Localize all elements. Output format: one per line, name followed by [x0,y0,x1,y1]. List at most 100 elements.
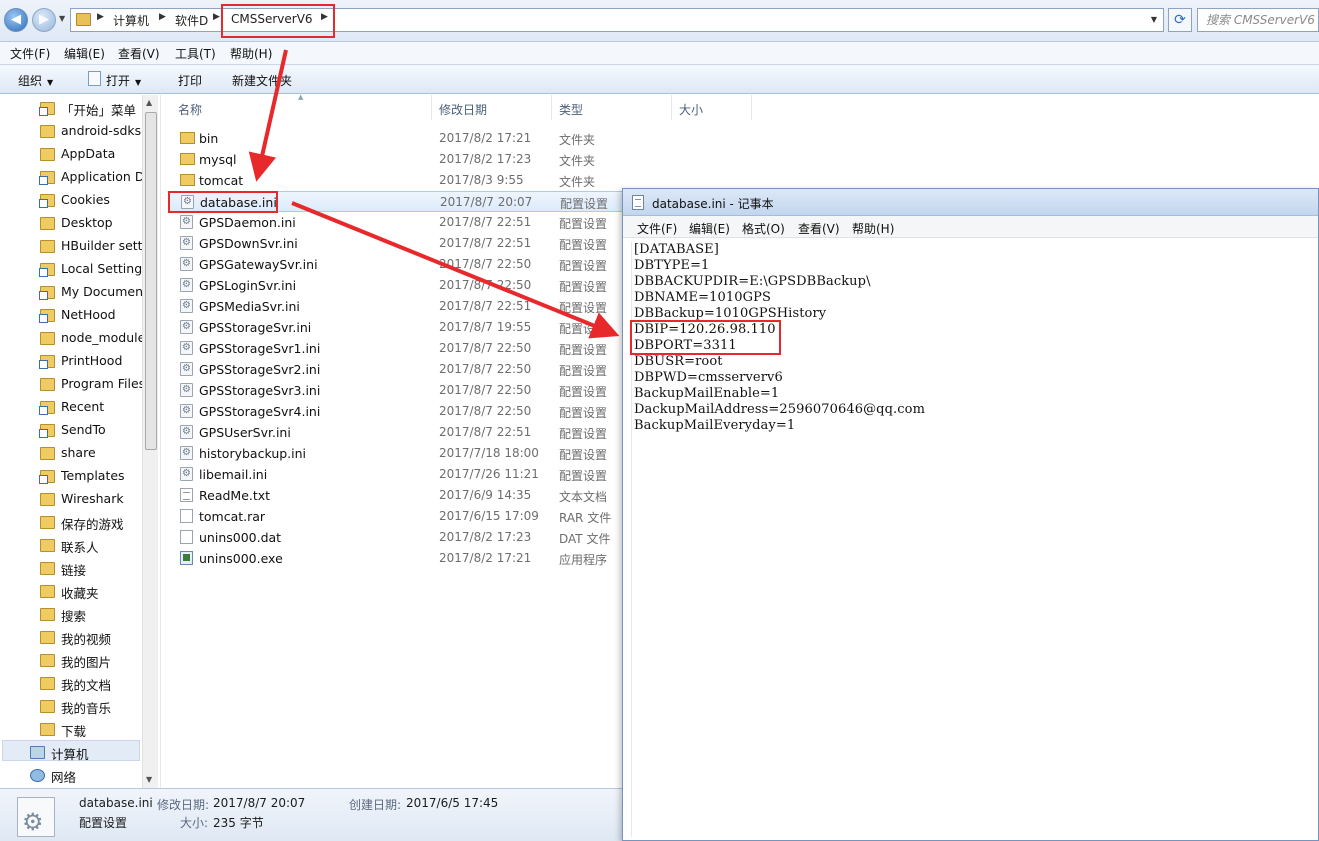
column-name[interactable]: 名称 [178,101,202,118]
nav-item[interactable]: SendTo [0,419,142,442]
nav-item[interactable]: 链接 [0,557,142,580]
menu-view[interactable]: 查看(V) [118,45,160,62]
np-menu-edit[interactable]: 编辑(E) [689,220,730,237]
open-button[interactable]: 打开 ▼ [106,72,141,89]
file-row[interactable]: GPSLoginSvr.ini 2017/8/7 22:50 配置设置 [169,275,631,296]
txt-file-icon [180,488,193,502]
ini-file-icon [180,320,193,334]
nav-item[interactable]: Wireshark [0,488,142,511]
file-row[interactable]: libemail.ini 2017/7/26 11:21 配置设置 [169,464,631,485]
file-row[interactable]: GPSStorageSvr2.ini 2017/8/7 22:50 配置设置 [169,359,631,380]
breadcrumb-item[interactable]: 计算机 [113,12,149,29]
chevron-right-icon[interactable]: ▶ [159,12,166,22]
file-row[interactable]: GPSStorageSvr4.ini 2017/8/7 22:50 配置设置 [169,401,631,422]
exe-file-icon [180,551,193,565]
file-row[interactable]: GPSDownSvr.ini 2017/8/7 22:51 配置设置 [169,233,631,254]
history-dropdown-icon[interactable]: ▼ [59,14,65,23]
column-type[interactable]: 类型 [559,101,583,118]
nav-item[interactable]: 我的视频 [0,626,142,649]
nav-item[interactable]: Program Files [0,373,142,396]
text-line: DBUSR=root [634,354,723,369]
np-menu-view[interactable]: 查看(V) [798,220,840,237]
nav-item[interactable]: Local Settings [0,258,142,281]
folder-icon [40,493,55,506]
address-field[interactable]: ▶ 计算机 ▶ 软件D ▶ CMSServerV6 ▶ ▼ [70,4,1164,38]
column-size[interactable]: 大小 [679,101,703,118]
file-row[interactable]: GPSUserSvr.ini 2017/8/7 22:51 配置设置 [169,422,631,443]
nav-item[interactable]: android-sdks [0,120,142,143]
nav-item[interactable]: 「开始」菜单 [0,97,142,120]
nav-item[interactable]: 搜索 [0,603,142,626]
nav-item[interactable]: My Document [0,281,142,304]
np-menu-file[interactable]: 文件(F) [637,220,677,237]
file-row[interactable]: GPSMediaSvr.ini 2017/8/7 22:51 配置设置 [169,296,631,317]
nav-item[interactable]: AppData [0,143,142,166]
chevron-down-icon[interactable]: ▼ [1151,15,1157,24]
file-date: 2017/7/26 11:21 [439,467,539,481]
search-input[interactable]: 搜索 CMSServerV6 [1197,8,1319,32]
file-type: 文件夹 [559,175,596,189]
menu-help[interactable]: 帮助(H) [230,45,272,62]
file-row[interactable]: ReadMe.txt 2017/6/9 14:35 文本文档 [169,485,631,506]
nav-item[interactable]: Recent [0,396,142,419]
back-button[interactable]: ◀ [4,8,28,32]
nav-scrollbar[interactable]: ▲ ▼ [142,95,158,788]
menu-bar: 文件(F) 编辑(E) 查看(V) 工具(T) 帮助(H) [0,42,1319,64]
file-row[interactable]: historybackup.ini 2017/7/18 18:00 配置设置 [169,443,631,464]
rar-file-icon [180,509,193,523]
chevron-right-icon[interactable]: ▶ [97,12,104,22]
file-row[interactable]: mysql 2017/8/2 17:23 文件夹 [169,149,631,170]
file-row[interactable]: tomcat.rar 2017/6/15 17:09 RAR 文件 [169,506,631,527]
scroll-down-icon[interactable]: ▼ [146,775,152,784]
file-name: GPSMediaSvr.ini [199,299,300,314]
nav-item-label: 搜索 [61,609,87,624]
file-row[interactable]: bin 2017/8/2 17:21 文件夹 [169,128,631,149]
details-size-value: 235 字节 [213,816,264,830]
nav-network[interactable]: 网络 [0,764,142,787]
file-row[interactable]: GPSStorageSvr1.ini 2017/8/7 22:50 配置设置 [169,338,631,359]
menu-file[interactable]: 文件(F) [10,45,50,62]
notepad-titlebar[interactable]: database.ini - 记事本 [623,189,1318,216]
nav-item[interactable]: 我的文档 [0,672,142,695]
nav-item[interactable]: PrintHood [0,350,142,373]
new-folder-button[interactable]: 新建文件夹 [232,72,292,89]
nav-item[interactable]: 下载 [0,718,142,741]
np-menu-help[interactable]: 帮助(H) [852,220,894,237]
breadcrumb-item[interactable]: 软件D [175,12,208,29]
file-row[interactable]: unins000.dat 2017/8/2 17:23 DAT 文件 [169,527,631,548]
file-row[interactable]: GPSStorageSvr3.ini 2017/8/7 22:50 配置设置 [169,380,631,401]
scroll-up-icon[interactable]: ▲ [146,98,152,107]
file-row[interactable]: GPSDaemon.ini 2017/8/7 22:51 配置设置 [169,212,631,233]
open-label: 打开 [106,74,131,88]
nav-item[interactable]: NetHood [0,304,142,327]
scroll-thumb[interactable] [145,112,157,450]
file-row[interactable]: unins000.exe 2017/8/2 17:21 应用程序 [169,548,631,569]
nav-item[interactable]: Cookies [0,189,142,212]
organize-button[interactable]: 组织 ▼ [18,72,53,89]
nav-item[interactable]: 收藏夹 [0,580,142,603]
nav-item[interactable]: HBuilder setti [0,235,142,258]
red-highlight-box [630,320,781,355]
file-row[interactable]: GPSGatewaySvr.ini 2017/8/7 22:50 配置设置 [169,254,631,275]
nav-item[interactable]: node_module [0,327,142,350]
nav-item[interactable]: share [0,442,142,465]
menu-tools[interactable]: 工具(T) [175,45,216,62]
nav-item[interactable]: Application D [0,166,142,189]
refresh-button[interactable]: ⟳ [1168,8,1192,32]
print-button[interactable]: 打印 [178,72,202,89]
np-menu-format[interactable]: 格式(O) [742,220,785,237]
file-row[interactable]: tomcat 2017/8/3 9:55 文件夹 [169,170,631,191]
nav-item[interactable]: 联系人 [0,534,142,557]
forward-button[interactable]: ▶ [32,8,56,32]
chevron-right-icon[interactable]: ▶ [213,12,220,22]
menu-edit[interactable]: 编辑(E) [64,45,105,62]
nav-item[interactable]: 我的图片 [0,649,142,672]
nav-item[interactable]: 我的音乐 [0,695,142,718]
nav-item[interactable]: Templates [0,465,142,488]
nav-item[interactable]: Desktop [0,212,142,235]
file-row[interactable]: GPSStorageSvr.ini 2017/8/7 19:55 配置设置 [169,317,631,338]
nav-item[interactable]: 保存的游戏 [0,511,142,534]
column-date[interactable]: 修改日期 [439,101,487,118]
file-type: 文件夹 [559,133,596,147]
nav-computer[interactable]: 计算机 [0,741,142,764]
